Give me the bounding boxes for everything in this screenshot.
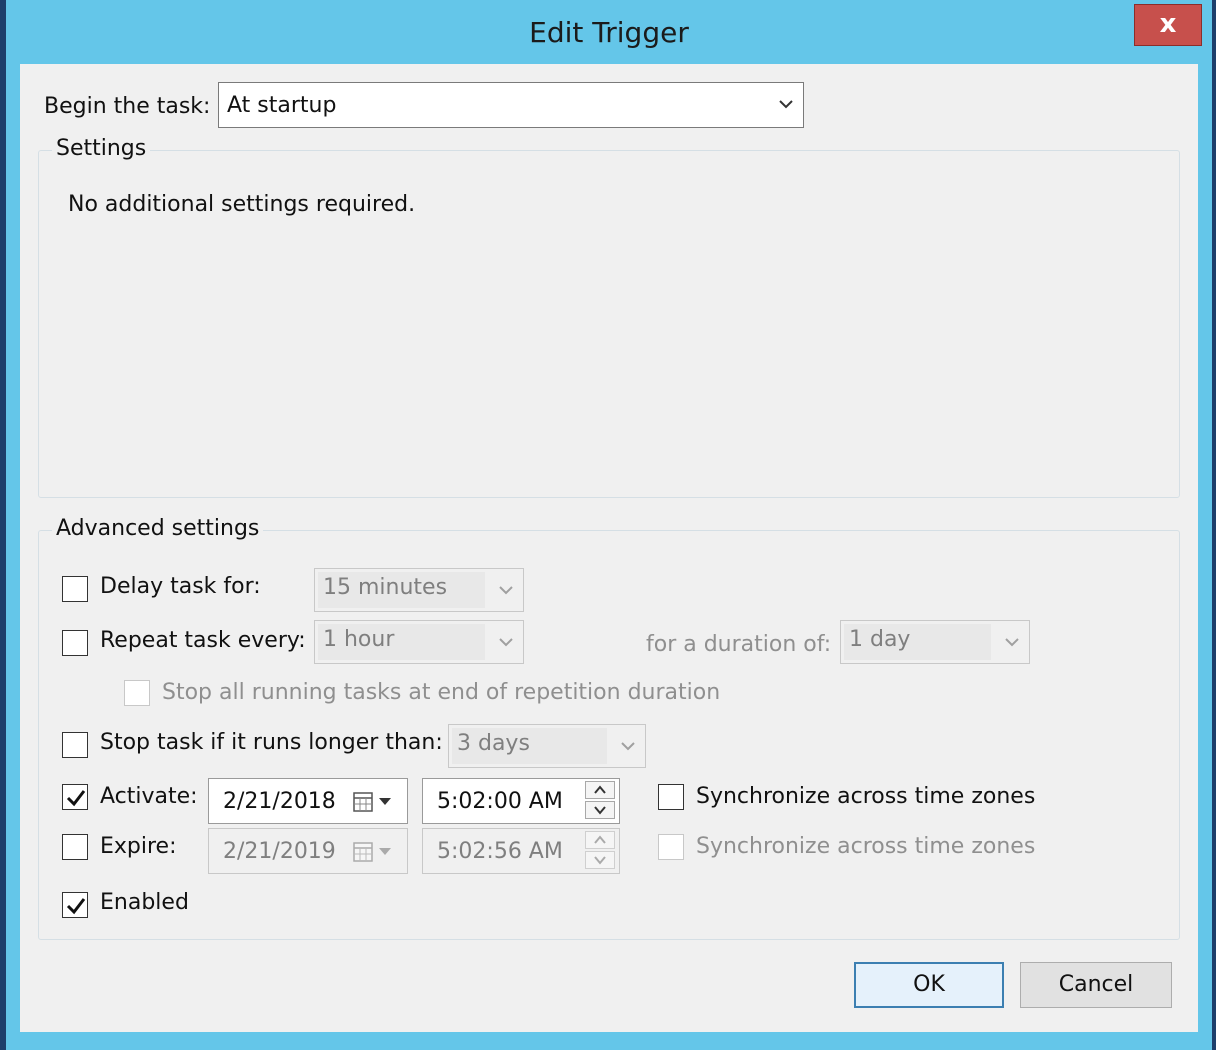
stop-task-longer-checkbox[interactable]: [62, 732, 88, 758]
delay-task-label: Delay task for:: [100, 574, 261, 599]
repeat-interval-dropdown[interactable]: 1 hour: [314, 620, 524, 664]
activate-time-value: 5:02:00 AM: [437, 789, 563, 814]
delay-task-checkbox[interactable]: [62, 576, 88, 602]
close-button[interactable]: x: [1134, 4, 1202, 46]
expire-time-value: 5:02:56 AM: [437, 839, 563, 864]
chevron-up-icon: [594, 835, 606, 844]
delay-task-value: 15 minutes: [323, 575, 448, 600]
activate-date-picker[interactable]: 2/21/2018: [208, 778, 408, 824]
calendar-icon[interactable]: [353, 841, 397, 863]
stop-all-running-checkbox[interactable]: [124, 680, 150, 706]
time-spin-down[interactable]: [585, 851, 615, 869]
chevron-down-icon: [779, 100, 793, 109]
activate-sync-label: Synchronize across time zones: [696, 784, 1036, 809]
calendar-icon[interactable]: [353, 791, 397, 813]
expire-date-picker[interactable]: 2/21/2019: [208, 828, 408, 874]
repeat-task-label: Repeat task every:: [100, 628, 306, 653]
dialog-body: Begin the task: At startup Settings No a…: [20, 64, 1198, 1032]
stop-task-duration-value: 3 days: [457, 731, 530, 756]
duration-value: 1 day: [849, 627, 911, 652]
chevron-down-icon: [621, 742, 635, 751]
expire-sync-label: Synchronize across time zones: [696, 834, 1036, 859]
stop-all-running-label: Stop all running tasks at end of repetit…: [162, 680, 721, 705]
activate-sync-checkbox[interactable]: [658, 784, 684, 810]
time-spin-up[interactable]: [585, 781, 615, 799]
time-spin-down[interactable]: [585, 801, 615, 819]
begin-task-value: At startup: [227, 93, 337, 118]
chevron-down-icon: [594, 806, 606, 815]
repeat-interval-value: 1 hour: [323, 627, 395, 652]
ok-button[interactable]: OK: [854, 962, 1004, 1008]
edit-trigger-window: Edit Trigger x Begin the task: At startu…: [6, 0, 1212, 1050]
duration-dropdown[interactable]: 1 day: [840, 620, 1030, 664]
chevron-down-icon: [594, 856, 606, 865]
duration-label: for a duration of:: [646, 632, 832, 657]
expire-date-value: 2/21/2019: [223, 839, 336, 864]
checkmark-icon: [66, 898, 86, 915]
expire-label: Expire:: [100, 834, 177, 859]
chevron-down-icon: [499, 586, 513, 595]
stop-task-duration-dropdown[interactable]: 3 days: [448, 724, 646, 768]
enabled-label: Enabled: [100, 890, 189, 915]
chevron-down-icon: [1005, 638, 1019, 647]
stop-task-longer-label: Stop task if it runs longer than:: [100, 730, 443, 755]
checkmark-icon: [66, 790, 86, 807]
settings-message: No additional settings required.: [68, 192, 416, 217]
begin-task-dropdown[interactable]: At startup: [218, 82, 804, 128]
chevron-up-icon: [594, 785, 606, 794]
cancel-button[interactable]: Cancel: [1020, 962, 1172, 1008]
enabled-checkbox[interactable]: [62, 892, 88, 918]
advanced-settings-title: Advanced settings: [52, 516, 264, 541]
activate-date-value: 2/21/2018: [223, 789, 336, 814]
title-bar[interactable]: Edit Trigger x: [6, 0, 1212, 64]
expire-sync-checkbox[interactable]: [658, 834, 684, 860]
close-icon: x: [1159, 9, 1177, 39]
activate-label: Activate:: [100, 784, 198, 809]
chevron-down-icon: [499, 638, 513, 647]
expire-time-picker[interactable]: 5:02:56 AM: [422, 828, 620, 874]
settings-group-title: Settings: [52, 136, 151, 161]
delay-task-dropdown[interactable]: 15 minutes: [314, 568, 524, 612]
activate-time-picker[interactable]: 5:02:00 AM: [422, 778, 620, 824]
activate-checkbox[interactable]: [62, 784, 88, 810]
time-spin-up[interactable]: [585, 831, 615, 849]
expire-checkbox[interactable]: [62, 834, 88, 860]
repeat-task-checkbox[interactable]: [62, 630, 88, 656]
begin-task-label: Begin the task:: [44, 94, 211, 119]
window-title: Edit Trigger: [529, 16, 689, 49]
